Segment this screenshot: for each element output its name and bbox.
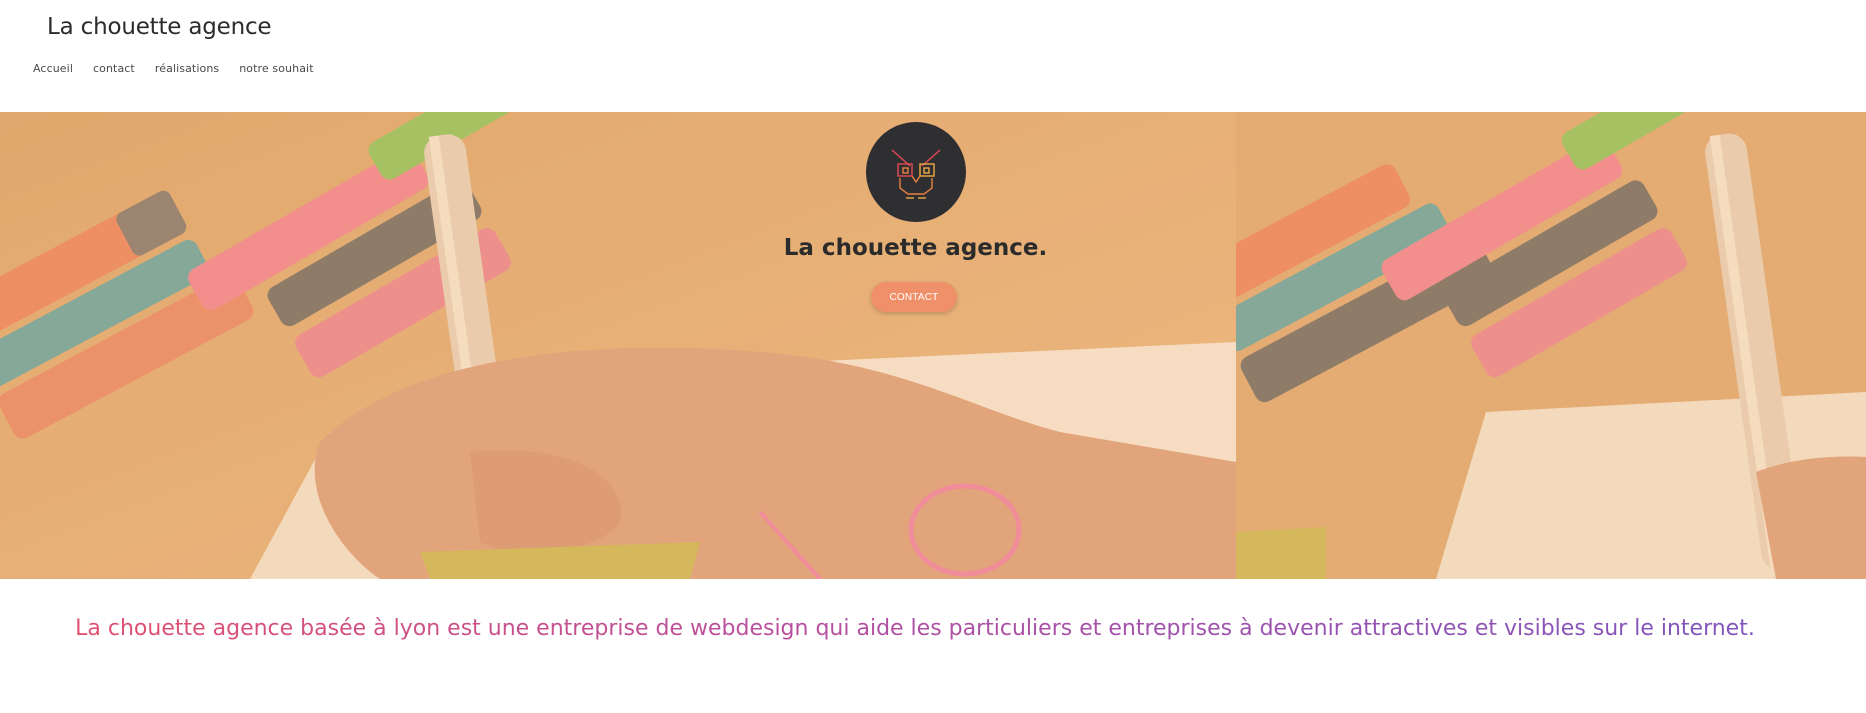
nav-item-accueil[interactable]: Accueil xyxy=(33,62,73,75)
markers-desk-photo-repeat xyxy=(1236,112,1866,579)
hero-banner: La chouette agence. CONTACT xyxy=(0,112,1866,579)
agency-tagline: La chouette agence basée à lyon est une … xyxy=(0,616,1830,641)
owl-icon xyxy=(891,149,941,199)
site-title[interactable]: La chouette agence xyxy=(47,14,272,40)
contact-button[interactable]: CONTACT xyxy=(871,282,957,312)
hero-title: La chouette agence. xyxy=(783,235,1048,261)
hero-background-image-repeat xyxy=(1236,112,1866,579)
nav-item-contact[interactable]: contact xyxy=(93,62,135,75)
main-nav: Accueil contact réalisations notre souha… xyxy=(33,62,334,75)
nav-item-realisations[interactable]: réalisations xyxy=(155,62,219,75)
site-header: La chouette agence Accueil contact réali… xyxy=(0,0,1866,112)
nav-item-notre-souhait[interactable]: notre souhait xyxy=(239,62,313,75)
markers-desk-photo xyxy=(0,112,1236,579)
owl-logo xyxy=(866,122,966,222)
agency-tagline-text: La chouette agence basée à lyon est une … xyxy=(75,616,1755,641)
hero-background-image xyxy=(0,112,1236,579)
